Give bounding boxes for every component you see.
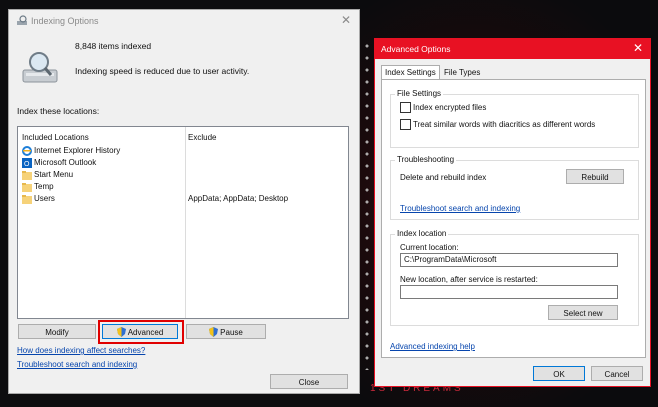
- list-item[interactable]: Internet Explorer History: [20, 145, 346, 157]
- locations-list[interactable]: Included Locations Exclude Internet Expl…: [17, 126, 349, 319]
- advanced-button[interactable]: Advanced: [102, 324, 178, 339]
- troubleshoot-link[interactable]: Troubleshoot search and indexing: [400, 204, 520, 213]
- modify-button[interactable]: Modify: [18, 324, 96, 339]
- title-bar: Indexing Options ✕: [9, 10, 359, 32]
- close-icon[interactable]: ✕: [633, 41, 643, 55]
- close-button[interactable]: Close: [270, 374, 348, 389]
- uac-shield-icon: [209, 327, 219, 337]
- dialog-title: Advanced Options: [381, 44, 451, 54]
- list-item[interactable]: Start Menu: [20, 169, 346, 181]
- advanced-indexing-help-link[interactable]: Advanced indexing help: [390, 342, 475, 351]
- diacritics-label: Treat similar words with diacritics as d…: [413, 120, 596, 129]
- indexing-options-icon: [17, 15, 27, 25]
- advanced-button-label: Advanced: [127, 328, 164, 337]
- folder-icon: [22, 171, 32, 180]
- location-name: Internet Explorer History: [34, 146, 121, 155]
- pause-button-label: Pause: [220, 328, 243, 337]
- location-name: Users: [34, 194, 55, 203]
- location-name: Microsoft Outlook: [34, 158, 97, 167]
- group-label: Troubleshooting: [395, 155, 457, 164]
- uac-shield-icon: [116, 327, 126, 337]
- location-exclude: AppData; AppData; Desktop: [188, 194, 289, 203]
- list-item[interactable]: Users AppData; AppData; Desktop: [20, 193, 346, 205]
- current-location-field[interactable]: C:\ProgramData\Microsoft: [400, 253, 618, 267]
- svg-text:O: O: [24, 161, 30, 168]
- outlook-icon: O: [22, 158, 32, 168]
- tab-index-settings[interactable]: Index Settings: [381, 65, 440, 79]
- location-name: Start Menu: [34, 170, 74, 179]
- indexing-options-window: Indexing Options ✕ 8,848 items indexed I…: [8, 9, 360, 394]
- close-icon[interactable]: ✕: [341, 13, 351, 27]
- tab-file-types[interactable]: File Types: [441, 66, 483, 79]
- index-settings-panel: File Settings Index encrypted files Trea…: [381, 79, 646, 358]
- folder-icon: [22, 183, 32, 192]
- list-item[interactable]: Temp: [20, 181, 346, 193]
- group-label: Index location: [395, 229, 449, 238]
- ie-icon: [22, 146, 32, 156]
- rebuild-description: Delete and rebuild index: [400, 173, 487, 182]
- column-header-included: Included Locations: [22, 133, 89, 142]
- current-location-label: Current location:: [400, 243, 459, 252]
- folder-icon: [22, 195, 32, 204]
- ok-button[interactable]: OK: [533, 366, 585, 381]
- rebuild-button[interactable]: Rebuild: [566, 169, 624, 184]
- how-indexing-affects-link[interactable]: How does indexing affect searches?: [17, 346, 145, 355]
- diacritics-checkbox[interactable]: [400, 119, 411, 130]
- select-new-button[interactable]: Select new: [548, 305, 618, 320]
- indexing-magnifier-icon: [22, 52, 58, 83]
- window-title: Indexing Options: [31, 16, 99, 26]
- column-header-exclude: Exclude: [188, 133, 217, 142]
- new-location-field[interactable]: [400, 285, 618, 299]
- locations-label: Index these locations:: [17, 106, 100, 116]
- dialog-title-bar: Advanced Options ✕: [375, 39, 650, 59]
- advanced-options-dialog: Advanced Options ✕ Index Settings File T…: [374, 38, 651, 387]
- new-location-label: New location, after service is restarted…: [400, 275, 538, 284]
- troubleshoot-link[interactable]: Troubleshoot search and indexing: [17, 360, 137, 369]
- items-indexed-count: 8,848 items indexed: [75, 41, 152, 51]
- list-item[interactable]: O Microsoft Outlook: [20, 157, 346, 169]
- indexing-speed-status: Indexing speed is reduced due to user ac…: [75, 66, 250, 76]
- cancel-button[interactable]: Cancel: [591, 366, 643, 381]
- index-encrypted-checkbox[interactable]: [400, 102, 411, 113]
- index-encrypted-label: Index encrypted files: [413, 103, 487, 112]
- location-name: Temp: [34, 182, 54, 191]
- group-label: File Settings: [395, 89, 444, 98]
- pause-button[interactable]: Pause: [186, 324, 266, 339]
